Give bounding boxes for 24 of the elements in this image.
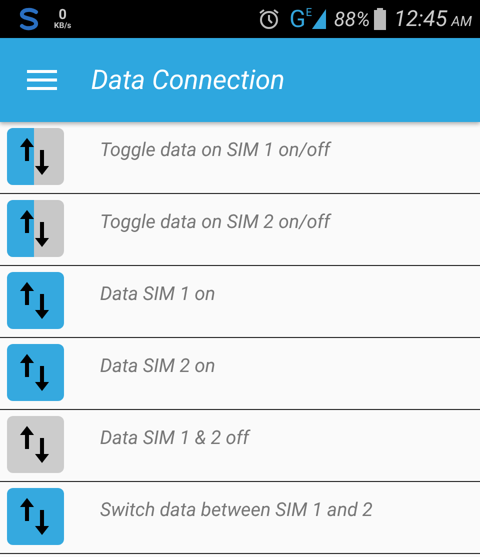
data-toggle-icon: [7, 488, 64, 545]
battery-icon: [374, 8, 386, 30]
signal-icon: [312, 9, 326, 29]
shortcut-item[interactable]: Data SIM 2 on: [100, 354, 216, 377]
alarm-icon: [257, 7, 282, 31]
data-toggle-icon: [7, 200, 64, 257]
shortcut-item[interactable]: Data SIM 1 & 2 off: [100, 426, 250, 449]
shortcut-item[interactable]: Toggle data on SIM 2 on/off: [100, 210, 330, 233]
data-toggle-icon: [7, 272, 64, 329]
shortcut-item[interactable]: Data SIM 1 on: [100, 282, 216, 305]
battery-percent: 88%: [334, 7, 370, 31]
speed-unit: KB/s: [54, 22, 72, 30]
network-type: G: [289, 7, 306, 31]
network-subtype: E: [306, 6, 312, 19]
clock-meridiem: AM: [451, 14, 472, 30]
shortcut-item[interactable]: Switch data between SIM 1 and 2: [100, 498, 373, 521]
data-toggle-icon: [7, 128, 64, 185]
app-title: Data Connection: [91, 64, 285, 96]
shortcut-item[interactable]: Toggle data on SIM 1 on/off: [100, 138, 330, 161]
data-toggle-icon: [7, 344, 64, 401]
clock-time: 12:45: [394, 6, 448, 32]
menu-icon[interactable]: [27, 69, 57, 91]
speed-value: 0: [58, 8, 67, 22]
data-toggle-icon: [7, 416, 64, 473]
